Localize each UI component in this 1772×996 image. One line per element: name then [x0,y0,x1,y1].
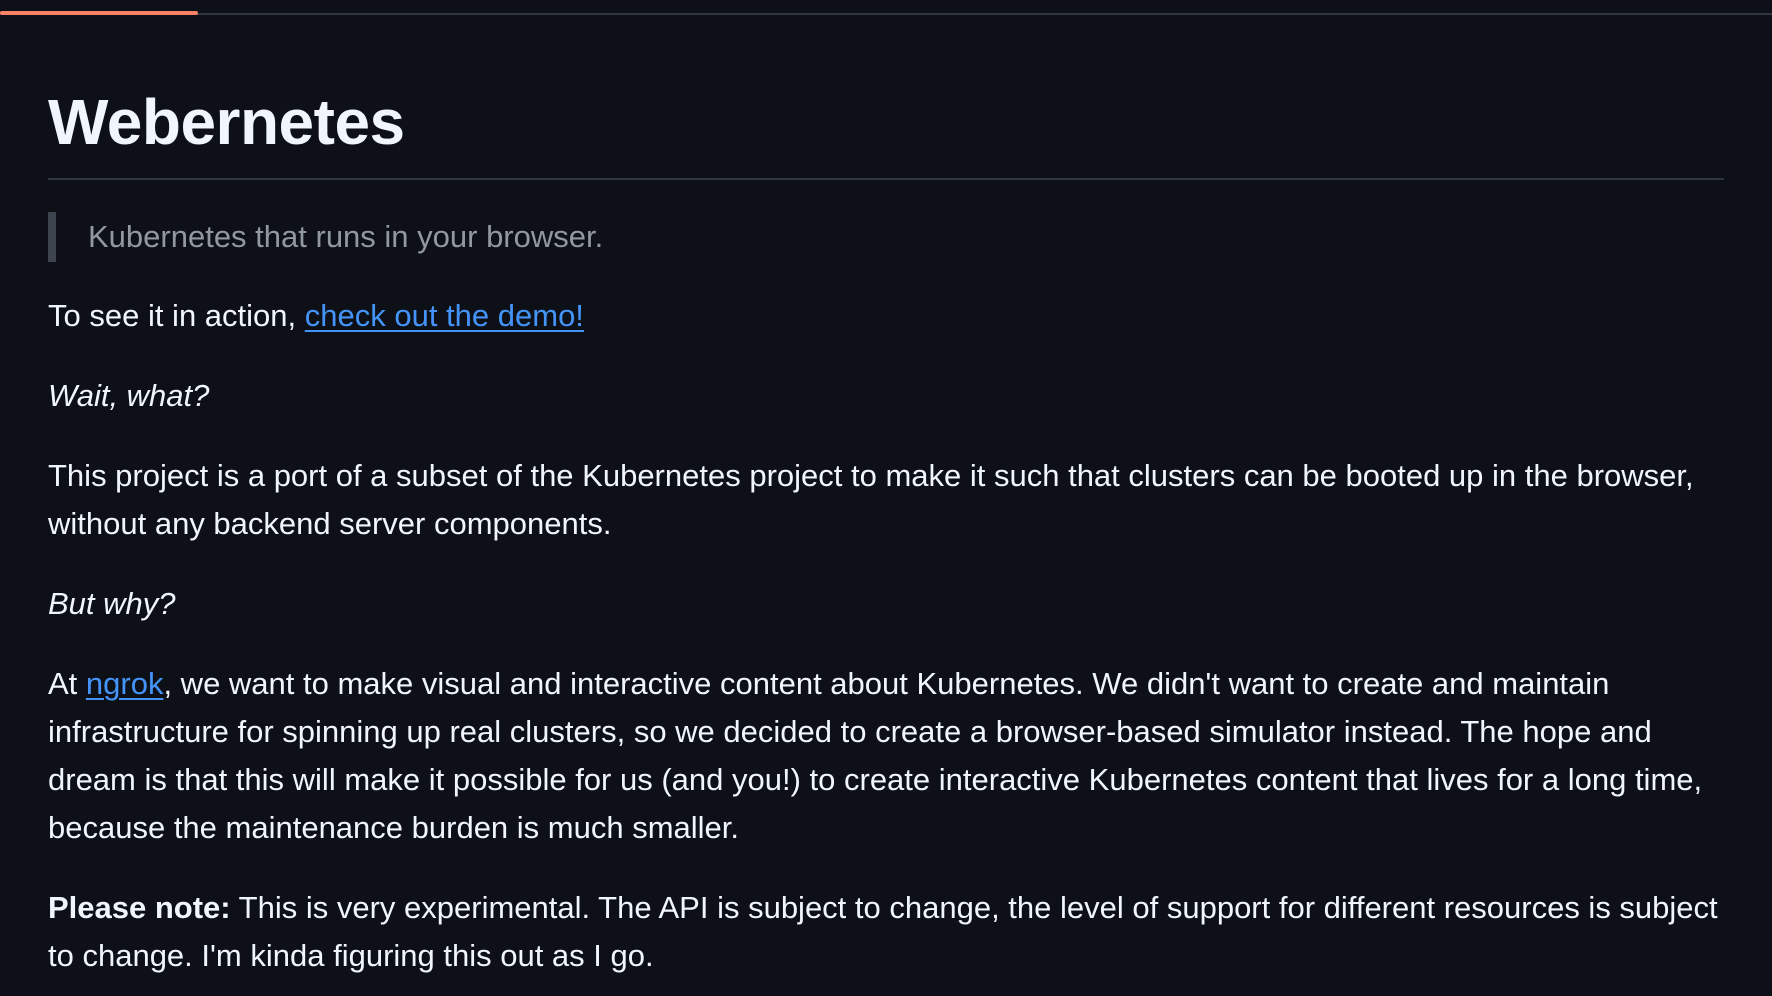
active-tab-indicator [0,11,198,15]
question-1-text: Wait, what? [48,378,210,413]
note-label: Please note: [48,890,231,925]
title-divider [48,178,1724,180]
tagline-blockquote: Kubernetes that runs in your browser. [48,212,603,262]
note-paragraph: Please note: This is very experimental. … [48,884,1724,980]
demo-intro-text: To see it in action, [48,298,305,333]
question-2-text: But why? [48,586,176,621]
page-title: Webernetes [48,86,405,158]
note-text: This is very experimental. The API is su… [48,890,1718,973]
question-wait-what: Wait, what? [48,372,1724,420]
answer-2-prefix: At [48,666,86,701]
answer-2-rest: , we want to make visual and interactive… [48,666,1703,845]
answer-1-paragraph: This project is a port of a subset of th… [48,458,1694,541]
demo-link[interactable]: check out the demo! [305,298,584,333]
tagline-text: Kubernetes that runs in your browser. [88,219,604,254]
question-but-why: But why? [48,580,1724,628]
top-tab-bar [0,0,1772,15]
answer-2-paragraph: At ngrok, we want to make visual and int… [48,660,1724,852]
ngrok-link[interactable]: ngrok [86,666,164,701]
demo-paragraph: To see it in action, check out the demo! [48,292,1724,340]
